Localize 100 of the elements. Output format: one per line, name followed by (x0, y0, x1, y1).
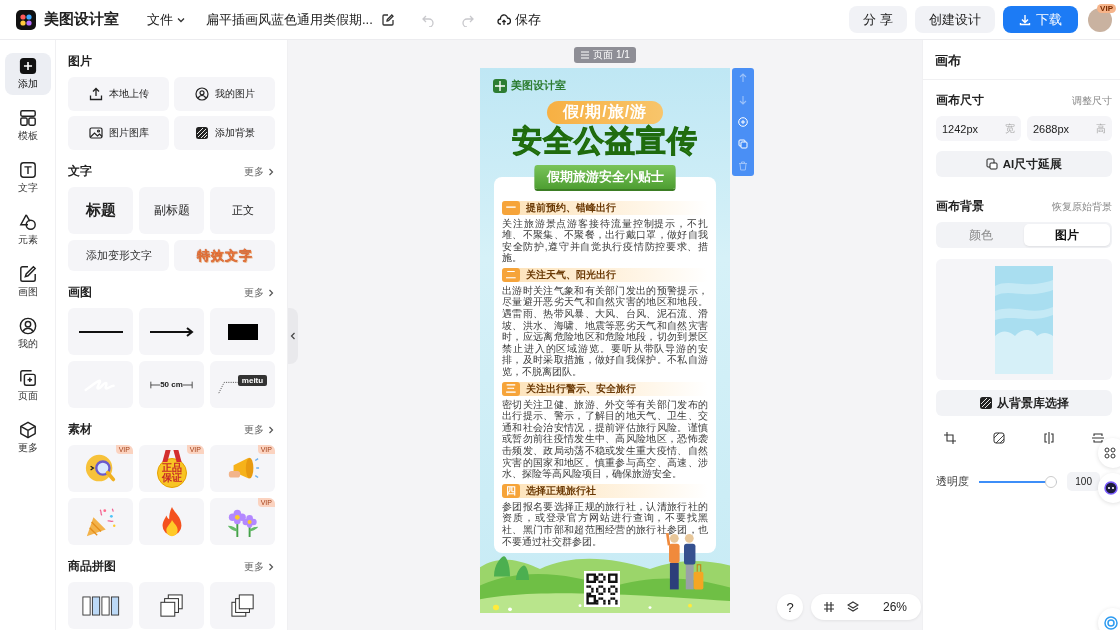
text-icon (18, 161, 37, 179)
download-icon (1019, 13, 1031, 26)
app-name: 美图设计室 (44, 10, 119, 29)
nav-item[interactable]: 元素 (4, 209, 51, 251)
gallery-icon (88, 126, 103, 140)
document-title[interactable]: 扁平插画风蓝色通用类假期... (206, 10, 373, 29)
pattern-icon[interactable] (993, 432, 1006, 444)
slider-thumb[interactable] (1045, 475, 1058, 488)
sticker-tile[interactable] (139, 498, 204, 545)
dimension-line-icon (150, 380, 161, 389)
user-icon (194, 87, 209, 101)
add-icon (18, 57, 37, 75)
spiral-icon (1104, 616, 1118, 630)
file-menu[interactable]: 文件 (147, 10, 186, 29)
flip-horizontal-icon[interactable] (1042, 432, 1055, 444)
assistant-button[interactable] (1098, 473, 1120, 503)
nav-item[interactable]: 文字 (4, 157, 51, 199)
page-icon (18, 369, 37, 387)
four-circles-icon (1104, 447, 1116, 459)
resize-link[interactable]: 调整尺寸 (1072, 93, 1112, 108)
nav-item[interactable]: 模板 (4, 105, 51, 147)
ai-resize-button[interactable]: AI尺寸延展 (936, 151, 1112, 177)
nav-item[interactable]: 更多 (4, 417, 51, 459)
vip-badge: VIP (1097, 4, 1116, 13)
more-link[interactable]: 更多 (244, 559, 275, 574)
template-icon (18, 109, 37, 127)
nav-item[interactable]: 页面 (4, 365, 51, 407)
help-button[interactable]: ? (777, 594, 803, 620)
restore-link[interactable]: 恢复原始背景 (1052, 199, 1112, 214)
text-style-tile[interactable]: 正文 (210, 187, 275, 234)
duplicate-icon[interactable] (738, 139, 748, 149)
drawing-tool-tile[interactable]: meitu (210, 361, 275, 408)
list-icon (580, 50, 591, 60)
nav-item[interactable]: 添加 (4, 53, 51, 95)
zoom-level[interactable]: 26% (883, 600, 908, 614)
background-tab[interactable]: 图片 (1024, 224, 1110, 246)
flip-vertical-icon[interactable] (1092, 432, 1104, 444)
download-button[interactable]: 下载 (1003, 6, 1078, 33)
edit-icon[interactable] (380, 12, 395, 27)
poster-title: 安全公益宣传 (512, 124, 698, 159)
section-title: 素材 (68, 422, 92, 437)
tip-text: 参团报名要选择正规的旅行社，认清旅行社的资质，或登录官方网站进行查询，不要找黑社、黑门市部和超范围经营的旅行社参团，也不要通过社交群参团。 (502, 500, 708, 548)
background-library-button[interactable]: 从背景库选择 (936, 390, 1112, 416)
tip-number: 四 (502, 483, 520, 498)
text-style-tile[interactable]: 标题 (68, 187, 133, 234)
line-icon (78, 329, 123, 334)
nav-item[interactable]: 我的 (4, 313, 51, 355)
opacity-value[interactable]: 100 (1067, 472, 1100, 491)
collapse-handle[interactable] (288, 308, 298, 364)
section-title: 图片 (68, 54, 92, 69)
create-design-button[interactable]: 创建设计 (915, 6, 995, 33)
tip-number: 三 (502, 381, 520, 396)
text-style-tile[interactable]: 副标题 (139, 187, 204, 234)
more-link[interactable]: 更多 (244, 422, 275, 437)
layers-icon[interactable] (847, 601, 859, 613)
element-icon (18, 213, 37, 231)
crop-icon[interactable] (944, 432, 956, 444)
add-page-icon[interactable] (738, 117, 748, 127)
width-field[interactable]: 1242px 宽 (936, 116, 1021, 141)
mine-icon (18, 317, 37, 335)
layered-squares-icon (230, 593, 255, 618)
avatar[interactable] (1088, 7, 1112, 32)
texture-icon (979, 397, 992, 409)
chevron-right-icon (267, 562, 275, 571)
drawing-tool-tile[interactable] (210, 308, 275, 355)
grid-icon[interactable] (823, 601, 835, 613)
poster[interactable] (480, 68, 730, 614)
rectangle-icon (227, 323, 258, 340)
height-field[interactable]: 2688px 高 (1027, 116, 1112, 141)
share-button[interactable]: 分 享 (849, 6, 907, 33)
more-link[interactable]: 更多 (244, 164, 275, 179)
sticker-tile[interactable] (68, 498, 133, 545)
more-icon (18, 421, 37, 439)
section-title: 画图 (68, 285, 92, 300)
robot-face-icon (1104, 481, 1118, 495)
poster-brand: 美图设计室 (511, 78, 566, 93)
drawing-tool-tile[interactable] (68, 308, 133, 355)
collage-template-tile[interactable] (68, 582, 133, 629)
collage-template-tile[interactable] (210, 582, 275, 629)
apps-button[interactable] (1098, 438, 1120, 468)
panel-button[interactable]: 图片图库 (68, 116, 169, 150)
panel-button[interactable]: 本地上传 (68, 77, 169, 111)
tip-heading: 关注天气、阳光出行 (526, 267, 616, 282)
panel-button[interactable]: 添加背景 (174, 116, 275, 150)
save-button[interactable]: 保存 (496, 10, 541, 29)
text-style-tile[interactable]: 添加变形文字 (68, 240, 169, 271)
app-logo-icon (16, 9, 36, 30)
drawing-tool-tile[interactable]: 50 cm (139, 361, 204, 408)
collage-template-tile[interactable] (139, 582, 204, 629)
panel-button[interactable]: 我的图片 (174, 77, 275, 111)
drawing-tool-tile[interactable] (139, 308, 204, 355)
more-link[interactable]: 更多 (244, 285, 275, 300)
tip-text: 密切关注卫健、旅游、外交等有关部门发布的出行提示、警示，了解目的地天气、卫生、交通和社会治安情况，提前评估旅行风险。谨慎或暂勿前往疫情发生中、高风险地区，恐怖袭击频发、政局动荡不稳或发生重大疫情、自然灾害的国家和地区。慎重参与高空、高速、涉水、探险等高风险项目，确保旅游安全。 (502, 398, 708, 480)
tip-number: 一 (502, 200, 520, 215)
stacked-squares-icon (159, 593, 184, 618)
qr-code (584, 571, 620, 608)
resize-icon (985, 158, 998, 170)
nav-item[interactable]: 画图 (4, 261, 51, 303)
tip-heading: 选择正规旅行社 (526, 483, 596, 498)
draw-icon (18, 265, 37, 283)
